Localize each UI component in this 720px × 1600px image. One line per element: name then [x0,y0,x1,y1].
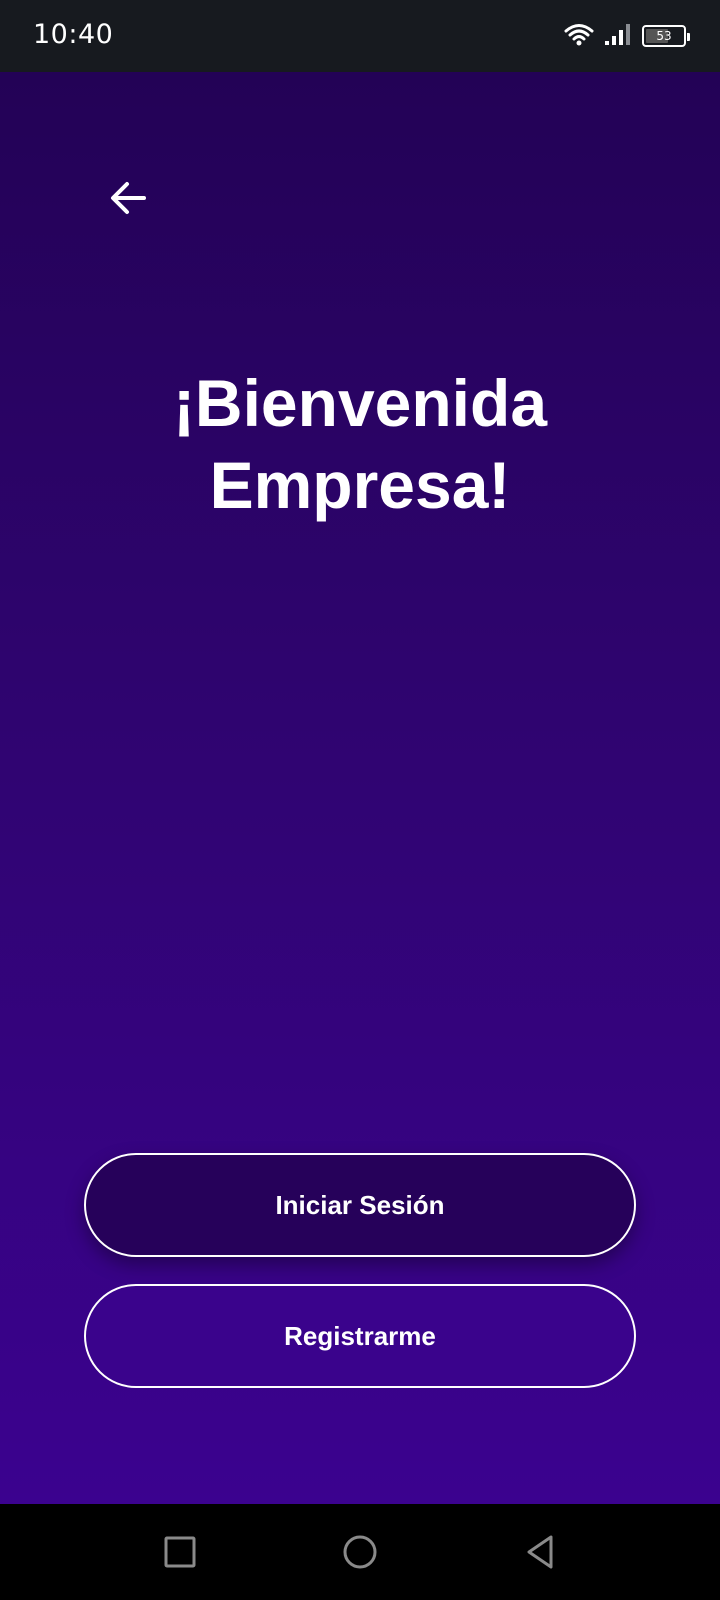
register-button[interactable]: Registrarme [84,1284,636,1388]
login-button-label: Iniciar Sesión [275,1189,445,1220]
welcome-title-line1: ¡Bienvenida [172,366,548,440]
battery-level: 53 [656,29,672,43]
home-circle-icon[interactable] [340,1532,380,1572]
welcome-title: ¡Bienvenida Empresa! [0,362,720,526]
register-button-label: Registrarme [284,1320,436,1351]
recents-square-icon[interactable] [160,1532,200,1572]
status-time: 10:40 [33,19,114,50]
back-triangle-icon[interactable] [520,1532,560,1572]
wifi-icon [564,22,594,51]
status-icons: 53 [564,22,690,51]
battery-icon: 53 [642,25,690,47]
welcome-screen: ¡Bienvenida Empresa! Iniciar Sesión Regi… [0,72,720,1504]
signal-icon [604,22,632,51]
back-button[interactable] [104,176,152,224]
status-bar: 10:40 53 [0,0,720,72]
login-button[interactable]: Iniciar Sesión [84,1153,636,1257]
welcome-title-line2: Empresa! [209,448,511,522]
arrow-left-icon [109,181,147,220]
system-nav-bar [0,1504,720,1600]
